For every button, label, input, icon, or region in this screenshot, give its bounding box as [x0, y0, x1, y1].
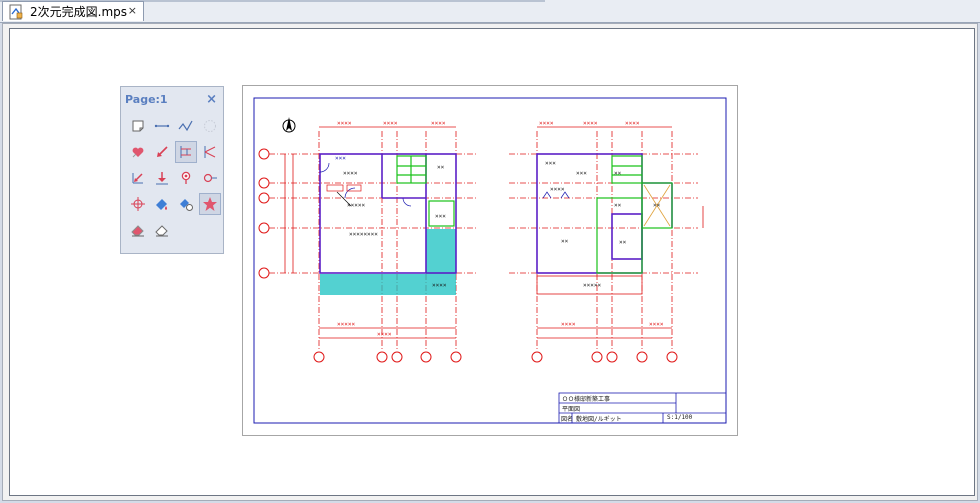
document-file-icon [9, 4, 23, 19]
corner-arrow-icon [132, 173, 143, 184]
dimension-label: ×××× [583, 120, 598, 127]
room-label: ×× [614, 202, 622, 209]
room-label: ××× [335, 155, 346, 162]
room-label: ×× [561, 238, 569, 245]
document-tab[interactable]: 2次元完成図.mps × [2, 1, 144, 21]
pick-fill-icon [180, 199, 193, 211]
drawing-labels: ××× ×××× ××××× ×××××××× ×× ××× ×××× ××× … [243, 86, 737, 435]
dimension-label: ×××× [337, 120, 352, 127]
dotted-circle-icon [204, 120, 216, 132]
room-label: ×× [619, 239, 627, 246]
crosshair-icon [131, 197, 145, 211]
room-label: ×××× [343, 170, 358, 177]
title-block-line1: ＯＯ様邸新築工事 [562, 396, 611, 403]
dimension-label: ×××× [377, 331, 392, 338]
room-label: ×××× [550, 186, 565, 193]
dimension-label: ×××× [649, 321, 664, 328]
crosshair-tool-button[interactable] [127, 193, 149, 215]
paint-fill-tool-button[interactable] [151, 193, 173, 215]
dimension-label: ×××× [383, 120, 398, 127]
dimension-icon [180, 146, 191, 158]
dotted-tool-button[interactable] [199, 115, 221, 137]
room-label: ×× [437, 164, 445, 171]
room-label: ××××× [583, 282, 602, 289]
leader-icon [204, 146, 216, 158]
palette-close-icon[interactable]: × [206, 92, 217, 107]
dimension-tool-button[interactable] [175, 141, 197, 163]
eraser-icon [131, 225, 144, 237]
heart-pin-tool-button[interactable] [127, 141, 149, 163]
palette-title: Page:1 [125, 92, 168, 106]
dimension-label: ×××× [561, 321, 576, 328]
paint-fill-icon [156, 199, 167, 210]
room-label: ××× [435, 213, 446, 220]
title-block-scale: S:1/100 [667, 414, 693, 421]
room-label: ×× [614, 170, 622, 177]
drop-point-tool-button[interactable] [151, 167, 173, 189]
pick-fill-tool-button[interactable] [175, 193, 197, 215]
polyline-tool-button[interactable] [175, 115, 197, 137]
palette-header[interactable]: Page:1 × [121, 87, 223, 111]
star-icon [203, 197, 217, 211]
room-label: ×××× [432, 282, 447, 289]
document-tab-label: 2次元完成図.mps [30, 5, 128, 19]
corner-arrow-tool-button[interactable] [127, 167, 149, 189]
leader-tool-button[interactable] [199, 141, 221, 163]
polyline-icon [178, 120, 193, 132]
tab-close-icon[interactable]: × [128, 4, 137, 17]
eraser-all-tool-button[interactable] [151, 219, 173, 241]
room-label: ××× [545, 160, 556, 167]
eraser-outline-icon [155, 225, 168, 237]
room-label: ××××× [347, 202, 366, 209]
title-block-label: 図名 [561, 416, 574, 423]
circle-line-icon [203, 173, 217, 183]
heart-pin-icon [132, 147, 144, 158]
dimension-label: ××××× [337, 321, 356, 328]
dimension-label: ×××× [625, 120, 640, 127]
room-label: ×× [653, 202, 661, 209]
title-block-line2: 平面図 [562, 406, 581, 413]
circle-line-tool-button[interactable] [199, 167, 221, 189]
dimension-label: ×××× [539, 120, 554, 127]
title-block-name: 敷地図/ルギット [576, 416, 622, 423]
drop-point-icon [156, 172, 168, 185]
room-label: ××× [576, 170, 587, 177]
note-tool-button[interactable] [127, 115, 149, 137]
page-palette[interactable]: Page:1 × [120, 86, 224, 254]
document-tab-strip: 2次元完成図.mps × [0, 0, 980, 23]
pin-icon [181, 171, 191, 184]
line-icon [154, 124, 170, 128]
room-label: ×××××××× [349, 231, 378, 238]
drawing-sheet[interactable]: ××× ×××× ××××× ×××××××× ×× ××× ×××× ××× … [242, 85, 738, 436]
line-tool-button[interactable] [151, 115, 173, 137]
arrow-point-tool-button[interactable] [151, 141, 173, 163]
dimension-label: ×××× [431, 120, 446, 127]
arrow-point-icon [157, 146, 168, 157]
eraser-tool-button[interactable] [127, 219, 149, 241]
pin-tool-button[interactable] [175, 167, 197, 189]
note-icon [132, 120, 144, 132]
star-tool-button[interactable] [199, 193, 221, 215]
